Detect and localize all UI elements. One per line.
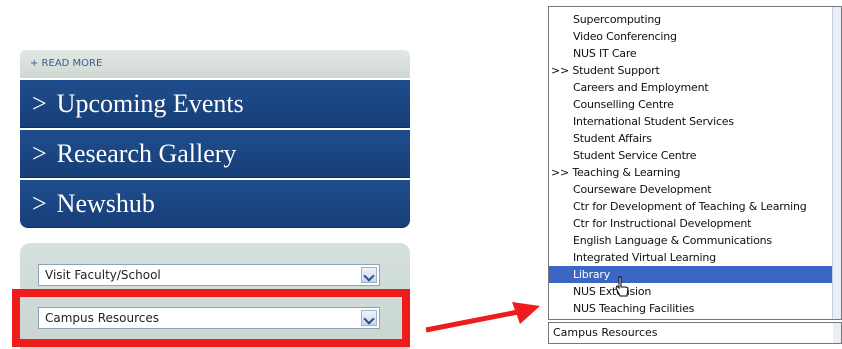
select-value: Visit Faculty/School (45, 268, 161, 282)
dropdown-option[interactable]: Student Service Centre (549, 147, 841, 164)
dropdown-option[interactable]: Supercomputing (549, 11, 841, 28)
faculty-school-select[interactable]: Visit Faculty/School (38, 264, 380, 286)
dropdown-option[interactable]: International Student Services (549, 113, 841, 130)
nav-label: Upcoming Events (56, 89, 244, 118)
dropdown-option[interactable]: English Language & Communications (549, 232, 841, 249)
chevron-right-icon: > (32, 189, 47, 218)
dropdown-option[interactable]: NUS Teaching Facilities (549, 300, 841, 317)
highlight-annotation-box (12, 289, 410, 347)
scrollbar[interactable] (832, 7, 841, 319)
nav-upcoming-events[interactable]: > Upcoming Events (20, 80, 410, 128)
chevron-down-icon[interactable] (833, 323, 841, 343)
chevron-right-icon: > (32, 89, 47, 118)
dropdown-group-header[interactable]: >> Student Support (549, 62, 837, 79)
dropdown-option[interactable]: Counselling Centre (549, 96, 841, 113)
dropdown-option[interactable]: Ctr for Instructional Development (549, 215, 841, 232)
read-more-link[interactable]: + READ MORE (30, 58, 102, 69)
dropdown-option[interactable]: Courseware Development (549, 181, 841, 198)
dropdown-option[interactable]: Library (549, 266, 841, 283)
read-more-bar: + READ MORE (20, 50, 410, 78)
dropdown-option[interactable]: Careers and Employment (549, 79, 841, 96)
dropdown-option[interactable]: NUS IT Care (549, 45, 841, 62)
dropdown-option[interactable]: Ctr for Development of Teaching & Learni… (549, 198, 841, 215)
nav-label: Newshub (56, 189, 155, 218)
dropdown-option[interactable]: Student Affairs (549, 130, 841, 147)
dropdown-current-value: Campus Resources (553, 326, 658, 339)
nav-label: Research Gallery (56, 139, 237, 168)
chevron-down-icon[interactable] (361, 267, 377, 283)
campus-resources-dropdown-field[interactable]: Campus Resources (548, 322, 842, 344)
dropdown-option[interactable]: Video Conferencing (549, 28, 841, 45)
nav-research-gallery[interactable]: > Research Gallery (20, 130, 410, 178)
dropdown-group-header[interactable]: >> Teaching & Learning (549, 164, 837, 181)
dropdown-option[interactable]: Integrated Virtual Learning (549, 249, 841, 266)
nav-newshub[interactable]: > Newshub (20, 180, 410, 228)
dropdown-list[interactable]: Supercomputing Video Conferencing NUS IT C… (548, 6, 842, 320)
dropdown-option[interactable]: NUS Extension (549, 283, 841, 300)
chevron-right-icon: > (32, 139, 47, 168)
annotation-arrow-icon (425, 302, 540, 333)
hand-cursor-icon (615, 276, 629, 297)
